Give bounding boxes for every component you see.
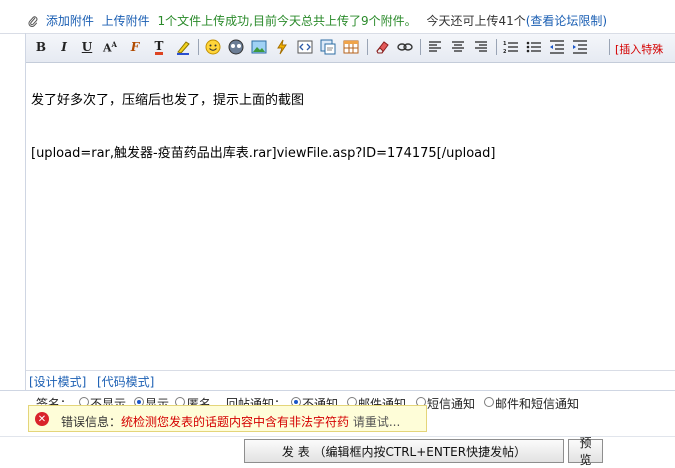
remaining-uploads-text: 今天还可上传41个	[426, 14, 526, 28]
email-sms-notify-label: 邮件和短信通知	[495, 397, 580, 411]
divider	[0, 436, 675, 437]
error-tooltip: ✕ 错误信息：统检测您发表的话题内容中含有非法字符药 请重试...	[28, 405, 427, 432]
bold-icon[interactable]: B	[32, 38, 50, 56]
code-mode-link[interactable]: [代码模式]	[97, 373, 154, 390]
svg-text:1: 1	[503, 41, 507, 47]
svg-text:2: 2	[503, 49, 507, 54]
link-icon[interactable]	[396, 38, 414, 56]
align-center-icon[interactable]	[449, 38, 467, 56]
error-message: 错误信息：统检测您发表的话题内容中含有非法字符药 请重试...	[61, 413, 400, 430]
insert-special-button[interactable]: [插入特殊	[615, 41, 663, 57]
editor-area[interactable]: 发了好多次了，压缩后也发了，提示上面的截图 [upload=rar,触发器-疫苗…	[26, 63, 675, 370]
italic-icon[interactable]: I	[55, 38, 73, 56]
attachment-bar: 添加附件 上传附件 1个文件上传成功,目前今天总共上传了9个附件。 今天还可上传…	[0, 0, 675, 34]
editor-line: 发了好多次了，压缩后也发了，提示上面的截图	[31, 93, 305, 108]
unordered-list-icon[interactable]	[525, 38, 543, 56]
error-text: 统检测您发表的话题内容中含有非法字符药	[121, 415, 350, 429]
table-icon[interactable]	[342, 38, 360, 56]
outdent-icon[interactable]	[548, 38, 566, 56]
quote-icon[interactable]	[319, 38, 337, 56]
highlight-icon[interactable]	[174, 38, 192, 56]
image-icon[interactable]	[250, 38, 268, 56]
font-color-icon[interactable]: T	[150, 38, 168, 56]
font-size-icon[interactable]: AA	[101, 38, 119, 56]
flash-icon[interactable]	[273, 38, 291, 56]
error-x-icon: ✕	[35, 412, 49, 426]
sms-notify-label: 短信通知	[427, 397, 476, 411]
emoticon-icon[interactable]	[204, 38, 222, 56]
submit-post-button[interactable]: 发 表 （编辑框内按CTRL+ENTER快捷发帖）	[244, 439, 564, 463]
preview-button[interactable]: 预 览	[568, 436, 603, 467]
view-limit-link[interactable]: (查看论坛限制)	[526, 14, 607, 28]
error-suffix: 请重试...	[349, 415, 401, 429]
email-sms-notify-radio[interactable]	[484, 397, 494, 407]
underline-icon[interactable]: U	[78, 38, 96, 56]
mode-bar: [设计模式] [代码模式]	[26, 370, 675, 390]
upload-status-text: 1个文件上传成功,目前今天总共上传了9个附件。	[157, 14, 417, 28]
font-face-icon[interactable]: F	[126, 38, 144, 56]
editor-line: [upload=rar,触发器-疫苗药品出库表.rar]viewFile.asp…	[31, 146, 496, 161]
add-attachment-link[interactable]: 添加附件	[46, 14, 94, 28]
error-prefix: 错误信息：	[61, 415, 122, 429]
eraser-icon[interactable]	[373, 38, 391, 56]
align-left-icon[interactable]	[426, 38, 444, 56]
indent-icon[interactable]	[571, 38, 589, 56]
paperclip-icon	[28, 16, 38, 27]
editor-toolbar: B I U AA F T 12 [插入特殊	[26, 34, 675, 63]
design-mode-link[interactable]: [设计模式]	[29, 373, 86, 390]
upload-attachment-link[interactable]: 上传附件	[102, 14, 150, 28]
ordered-list-icon[interactable]: 12	[502, 38, 520, 56]
media-icon[interactable]	[227, 38, 245, 56]
code-icon[interactable]	[296, 38, 314, 56]
align-right-icon[interactable]	[472, 38, 490, 56]
